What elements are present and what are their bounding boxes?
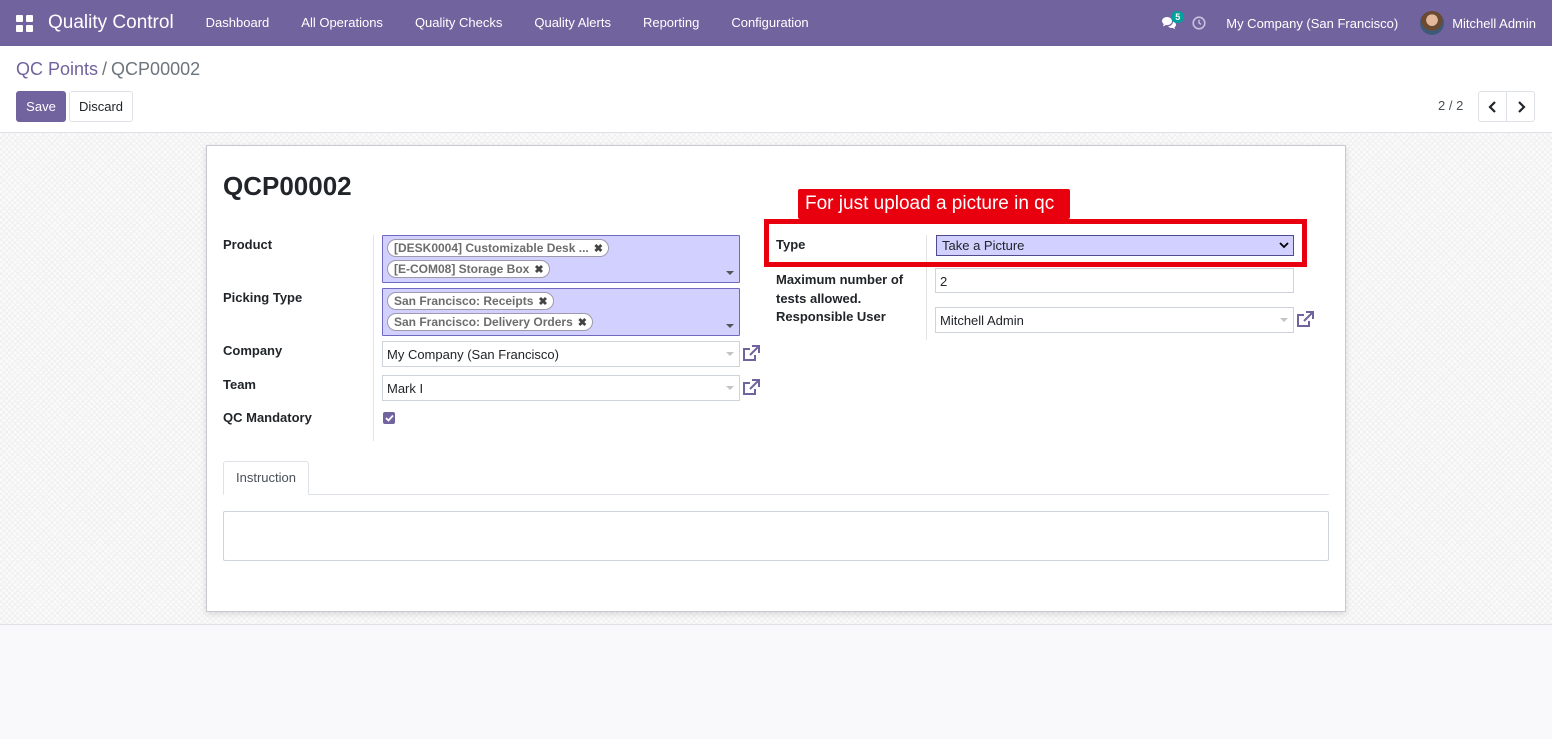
picking-type-tag: San Francisco: Receipts ✖: [387, 292, 554, 310]
menu-configuration[interactable]: Configuration: [715, 0, 824, 46]
dropdown-caret-icon[interactable]: [726, 271, 734, 275]
company-switcher[interactable]: My Company (San Francisco): [1214, 16, 1420, 31]
remove-tag-icon[interactable]: ✖: [594, 242, 603, 255]
top-navbar: Quality Control Dashboard All Operations…: [0, 0, 1552, 46]
dropdown-caret-icon[interactable]: [1280, 318, 1288, 322]
menu-quality-checks[interactable]: Quality Checks: [399, 0, 518, 46]
messages-icon[interactable]: 5: [1154, 0, 1185, 46]
breadcrumb-current: QCP00002: [111, 59, 201, 79]
breadcrumb-qc-points[interactable]: QC Points: [16, 59, 98, 79]
menu-all-operations[interactable]: All Operations: [285, 0, 399, 46]
qc-mandatory-label: QC Mandatory: [223, 410, 312, 425]
apps-menu-icon[interactable]: [0, 0, 48, 46]
save-button[interactable]: Save: [16, 91, 66, 122]
form-sheet: QCP00002 Product [DESK0004] Customizable…: [206, 145, 1346, 612]
left-group-divider: [373, 235, 374, 441]
dropdown-caret-icon[interactable]: [726, 386, 734, 390]
team-label: Team: [223, 377, 256, 392]
pager-next-button[interactable]: [1506, 91, 1535, 122]
responsible-user-label: Responsible User: [776, 309, 886, 324]
external-link-icon[interactable]: [1295, 310, 1315, 330]
app-title[interactable]: Quality Control: [48, 12, 174, 34]
instruction-editor[interactable]: [223, 511, 1329, 561]
max-tests-value: 2: [940, 274, 948, 289]
menu-quality-alerts[interactable]: Quality Alerts: [518, 0, 627, 46]
tab-instruction[interactable]: Instruction: [223, 461, 309, 495]
product-field[interactable]: [DESK0004] Customizable Desk ... ✖ [E-COM…: [382, 235, 740, 283]
picking-type-field[interactable]: San Francisco: Receipts ✖ San Francisco: …: [382, 288, 740, 336]
qc-mandatory-checkbox[interactable]: [383, 412, 395, 424]
messages-count-badge: 5: [1171, 11, 1185, 23]
product-tag: [E-COM08] Storage Box ✖: [387, 260, 550, 278]
annotation-highlight-box: [764, 219, 1307, 267]
max-tests-label: Maximum number of tests allowed.: [776, 272, 904, 306]
picking-type-tag-label: San Francisco: Delivery Orders: [394, 315, 573, 329]
annotation-label: For just upload a picture in qc: [798, 189, 1071, 219]
remove-tag-icon[interactable]: ✖: [534, 263, 543, 276]
dropdown-caret-icon[interactable]: [726, 324, 734, 328]
company-value: My Company (San Francisco): [387, 347, 559, 362]
menu-reporting[interactable]: Reporting: [627, 0, 715, 46]
external-link-icon[interactable]: [741, 344, 761, 364]
company-field[interactable]: My Company (San Francisco): [382, 341, 740, 367]
team-field[interactable]: Mark I: [382, 375, 740, 401]
checkmark-icon: [384, 414, 394, 422]
breadcrumb: QC Points / QCP00002: [16, 59, 200, 80]
discard-button[interactable]: Discard: [69, 91, 133, 122]
company-label: Company: [223, 343, 283, 358]
notebook-tabs-border: [223, 494, 1329, 495]
picking-type-tag-label: San Francisco: Receipts: [394, 294, 534, 308]
remove-tag-icon[interactable]: ✖: [538, 295, 547, 308]
breadcrumb-separator: /: [102, 59, 108, 79]
pager-previous-button[interactable]: [1478, 91, 1507, 122]
picking-type-tag: San Francisco: Delivery Orders ✖: [387, 313, 593, 331]
user-name: Mitchell Admin: [1452, 15, 1536, 31]
external-link-icon[interactable]: [741, 378, 761, 398]
responsible-user-field[interactable]: Mitchell Admin: [935, 307, 1294, 333]
product-tag-label: [DESK0004] Customizable Desk ...: [394, 241, 589, 255]
chevron-right-icon: [1517, 100, 1526, 113]
chevron-left-icon: [1487, 100, 1496, 113]
control-panel: QC Points / QCP00002 Save Discard 2 / 2: [0, 46, 1552, 133]
pager-value[interactable]: 2 / 2: [1438, 98, 1463, 113]
activity-clock-icon[interactable]: [1184, 0, 1214, 46]
dropdown-caret-icon[interactable]: [726, 352, 734, 356]
menu-dashboard[interactable]: Dashboard: [190, 0, 286, 46]
responsible-user-value: Mitchell Admin: [940, 313, 1024, 328]
product-label: Product: [223, 237, 273, 252]
product-tag-label: [E-COM08] Storage Box: [394, 262, 530, 276]
product-tag: [DESK0004] Customizable Desk ... ✖: [387, 239, 609, 257]
team-value: Mark I: [387, 381, 424, 396]
user-avatar: [1420, 11, 1445, 35]
picking-type-label: Picking Type: [223, 290, 303, 305]
record-name: QCP00002: [223, 171, 352, 201]
user-menu[interactable]: Mitchell Admin: [1420, 11, 1552, 35]
max-tests-input[interactable]: 2: [935, 268, 1294, 293]
remove-tag-icon[interactable]: ✖: [578, 316, 587, 329]
